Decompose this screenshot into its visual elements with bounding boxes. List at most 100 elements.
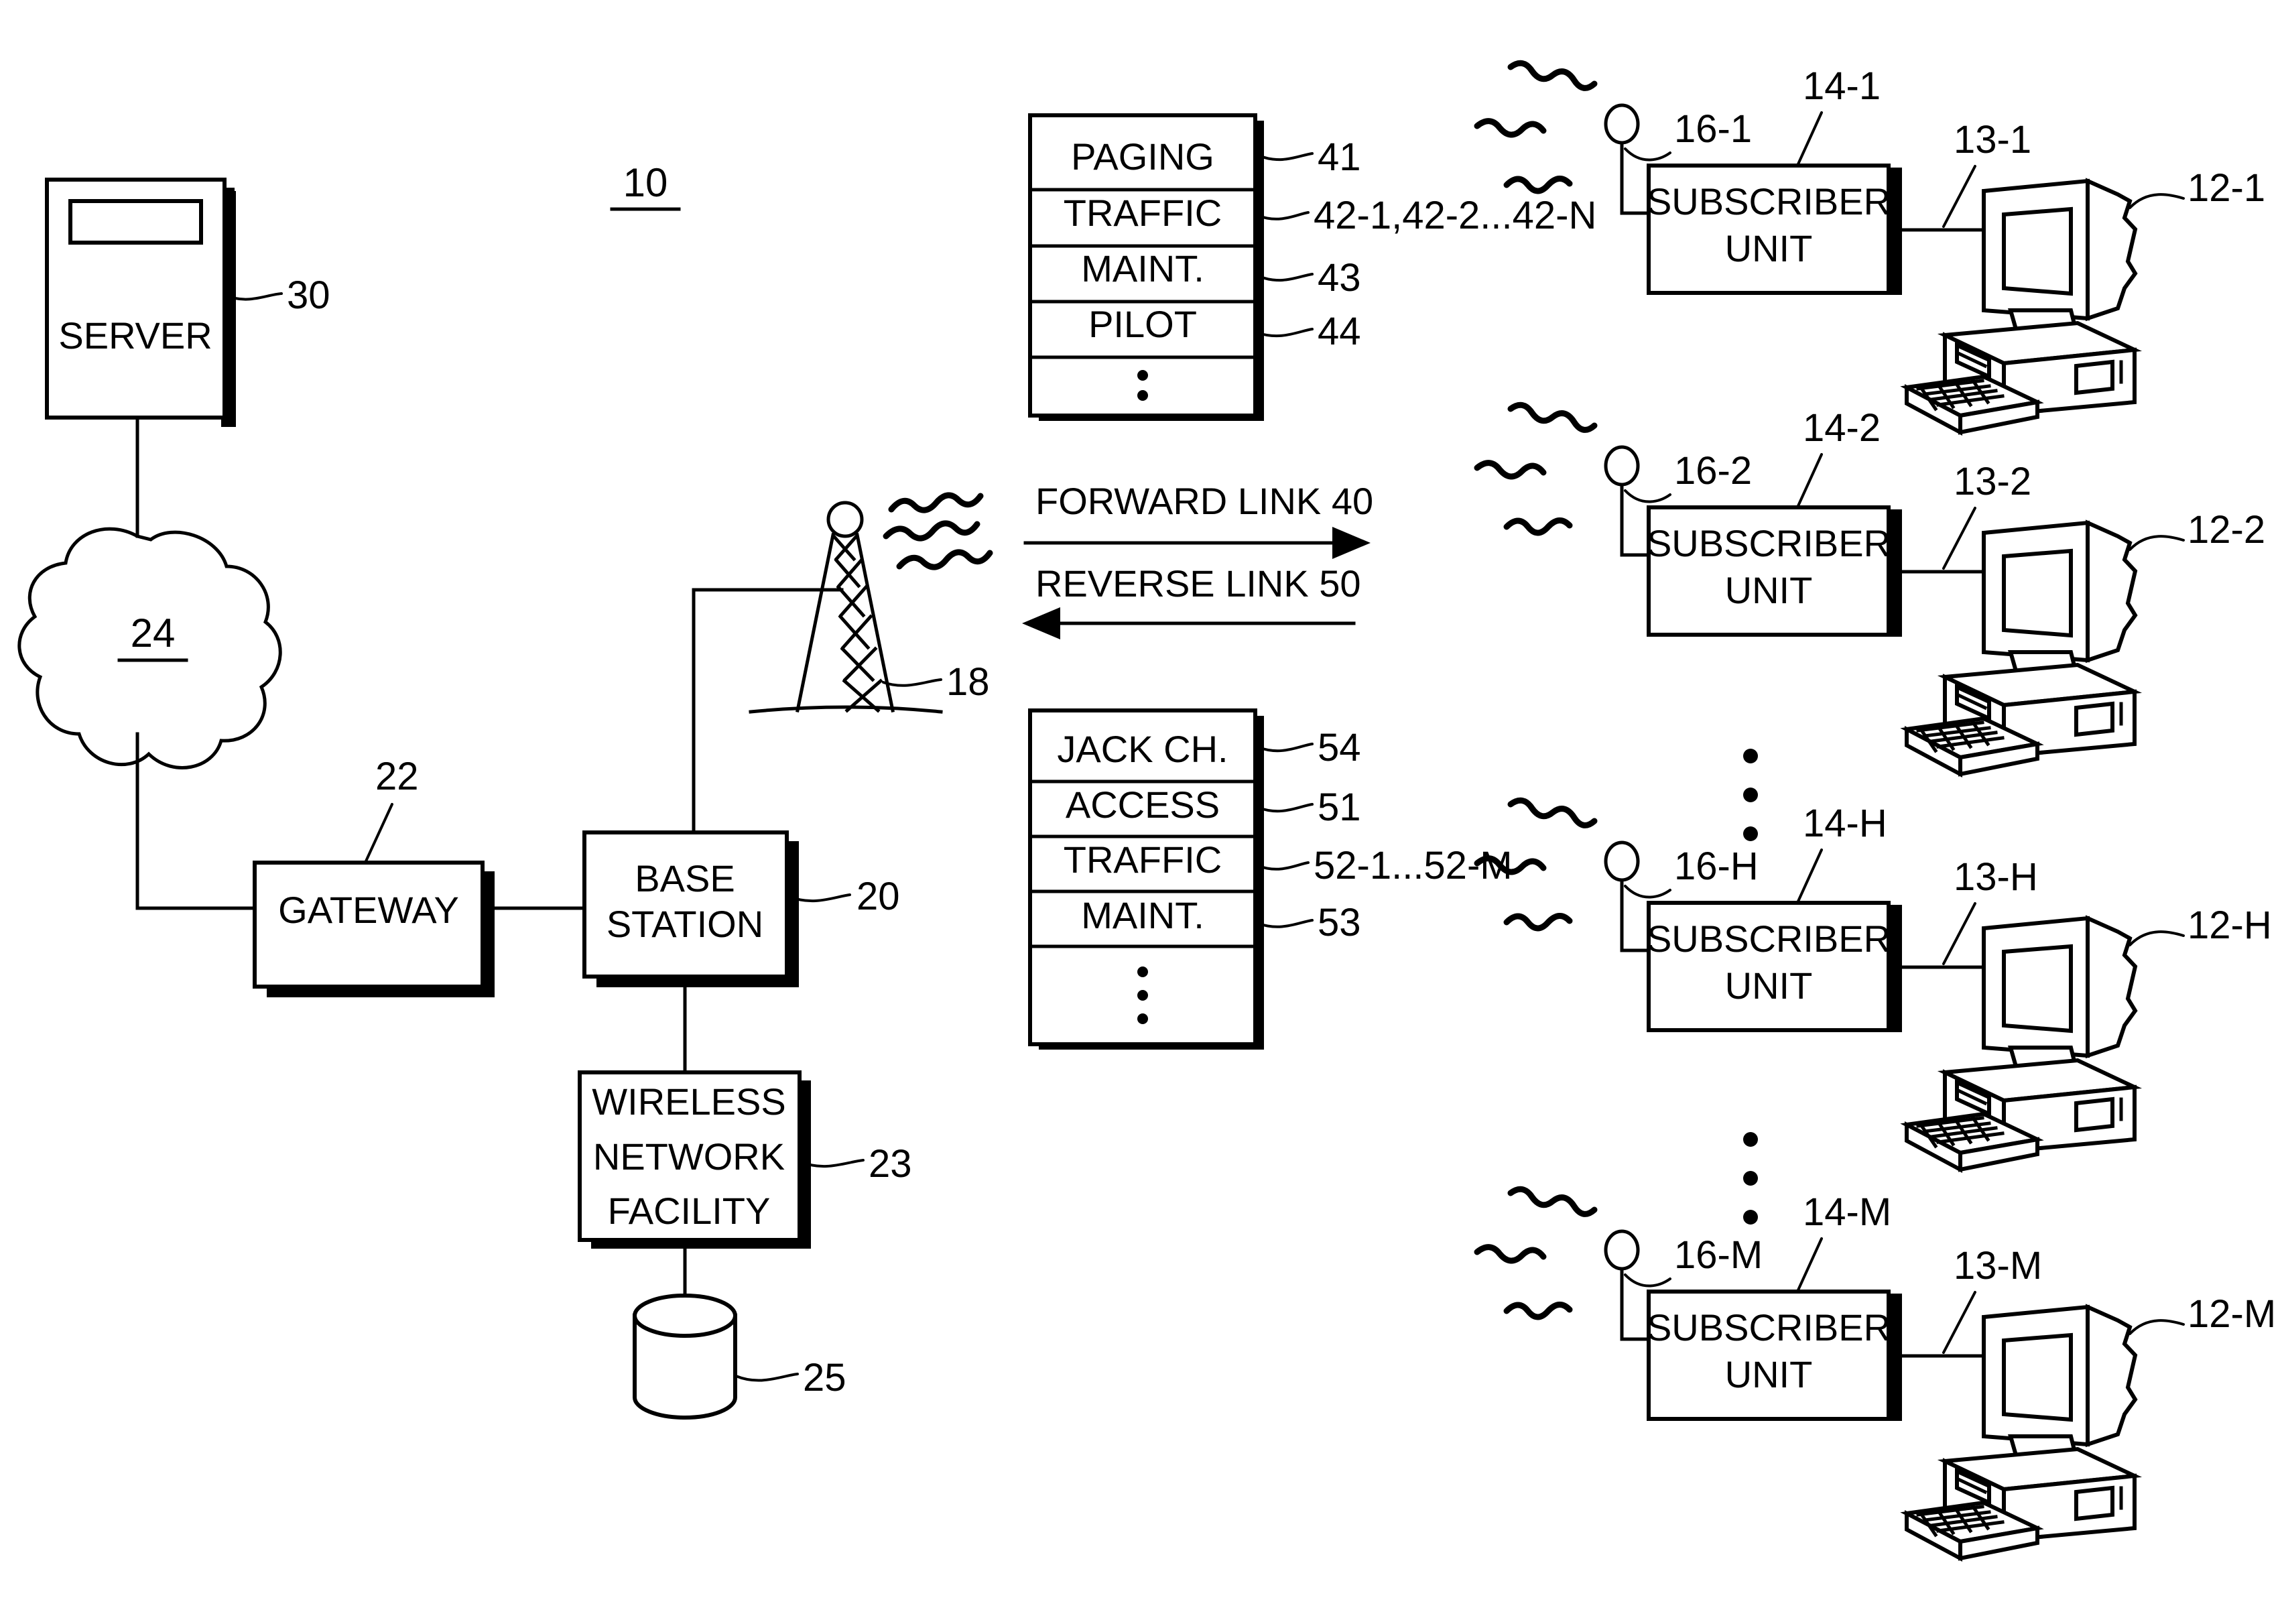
- subscriber-1-computer-icon: [1900, 178, 2143, 436]
- subscriber-h-computer-leader: [2129, 930, 2185, 946]
- subscriber-2-unit-label-line2: UNIT: [1725, 569, 1813, 611]
- subscriber-h-computer-icon: [1900, 915, 2143, 1174]
- base-station-ref-label: 20: [856, 875, 900, 918]
- tower-leader-line: [882, 678, 942, 687]
- subscriber-m-antenna-ref: 16-M: [1674, 1233, 1763, 1277]
- subscriber-2-monitor-screen: [2002, 548, 2073, 638]
- subscriber-m-computer-ref: 12-M: [2187, 1292, 2276, 1336]
- base-station-label-line1: BASE: [635, 857, 735, 899]
- subscriber-station-m: 16-M SUBSCRIBER UNIT 14-M 13-M 12-M: [1474, 1186, 2276, 1562]
- wnf-label-line2: NETWORK: [593, 1135, 785, 1178]
- reverse-link-channel-table: JACK CH. ACCESS TRAFFIC MAINT. 54 51 52-…: [1028, 708, 1513, 1050]
- tower-leg-left: [796, 533, 835, 712]
- rev-leader-traffic: [1257, 861, 1310, 871]
- subscriber-h-antenna-ref: 16-H: [1674, 845, 1759, 888]
- fwd-row-label-pilot: PILOT: [1088, 303, 1197, 345]
- subscriber-1-cable-ref: 13-1: [1954, 118, 2031, 162]
- tower-radio-waves-icon: [883, 492, 993, 570]
- cloud-ref-label: 24: [131, 611, 176, 655]
- database-leader-line: [735, 1373, 799, 1382]
- fwd-leader-traffic: [1257, 211, 1310, 221]
- subscriber-m-case-bay-right: [2074, 1485, 2114, 1521]
- server-node: SERVER 30: [45, 178, 330, 427]
- rev-row-label-maint: MAINT.: [1081, 894, 1204, 936]
- server-label: SERVER: [58, 314, 212, 357]
- rev-leader-jackch: [1257, 743, 1314, 753]
- forward-link-channel-table: PAGING TRAFFIC MAINT. PILOT 41 42-1,42-2…: [1028, 113, 1596, 421]
- subscriber-station-1: 16-1 SUBSCRIBER UNIT 14-1 13-1 12-1: [1474, 60, 2265, 436]
- subscriber-m-cable-leader: [1942, 1291, 1976, 1354]
- subscriber-m-antenna-leader: [1624, 1273, 1671, 1288]
- fwd-leader-pilot: [1257, 328, 1314, 338]
- network-cloud-node: 24: [17, 527, 282, 769]
- subscriber-m-monitor-screen: [2002, 1332, 2073, 1422]
- fwd-ref-traffic: 42-1,42-2...42-N: [1314, 194, 1596, 237]
- server-slot: [68, 199, 203, 245]
- database-node: 25: [633, 1294, 846, 1420]
- subscriber-2-unit-label-line1: SUBSCRIBER: [1647, 522, 1891, 564]
- subscriber-m-antenna-mast: [1620, 1267, 1651, 1341]
- figure-number-text: 10: [623, 160, 668, 205]
- subscriber-h-monitor-casing: [2086, 915, 2138, 1059]
- subscriber-1-monitor-screen: [2002, 206, 2073, 296]
- subscriber-h-computer-ref: 12-H: [2187, 903, 2272, 947]
- subscriber-1-computer-ref: 12-1: [2187, 166, 2265, 210]
- subscriber-2-antenna-mast: [1620, 483, 1651, 557]
- database-cylinder-top: [633, 1294, 737, 1338]
- subscriber-1-unit-label-line2: UNIT: [1725, 227, 1813, 269]
- subscriber-1-antenna-icon: [1604, 103, 1640, 145]
- subscriber-station-h: 16-H SUBSCRIBER UNIT 14-H 13-H 12-H: [1474, 797, 2272, 1174]
- subscriber-m-unit-label-line1: SUBSCRIBER: [1647, 1306, 1891, 1349]
- tower-ref-label: 18: [946, 660, 990, 704]
- wnf-label-line3: FACILITY: [608, 1190, 771, 1232]
- rev-leader-access: [1257, 803, 1314, 813]
- subscriber-2-antenna-ref: 16-2: [1674, 449, 1752, 493]
- fwd-ref-maint: 43: [1318, 256, 1361, 300]
- subscriber-h-cable-leader: [1942, 902, 1976, 965]
- subscriber-2-radio-waves-icon: [1474, 401, 1598, 536]
- rev-row-label-jackch: JACK CH.: [1057, 728, 1228, 770]
- subscriber-2-unit-leader: [1796, 453, 1823, 509]
- gateway-ref-label: 22: [375, 755, 419, 798]
- subscriber-m-radio-waves-icon: [1474, 1186, 1598, 1320]
- database-ref-label: 25: [803, 1356, 846, 1399]
- fwd-ref-pilot: 44: [1318, 310, 1361, 353]
- subscriber-1-antenna-mast: [1620, 141, 1651, 215]
- subscriber-1-monitor-casing: [2086, 178, 2138, 322]
- subscriber-2-unit-ref: 14-2: [1803, 406, 1881, 450]
- reverse-link-arrow-head: [1022, 607, 1060, 639]
- rev-table-ellipsis-icon: [1137, 966, 1148, 1024]
- fwd-leader-maint: [1257, 273, 1314, 282]
- subscriber-m-unit-ref: 14-M: [1803, 1190, 1891, 1234]
- subscriber-1-case-bay-right: [2074, 359, 2114, 395]
- base-station-label-line2: STATION: [607, 903, 763, 945]
- figure-number: 10: [610, 160, 681, 211]
- subscriber-ellipsis-upper-icon: [1743, 749, 1758, 841]
- subscriber-2-cable-leader: [1942, 507, 1976, 570]
- rev-ref-maint: 53: [1318, 901, 1361, 944]
- subscriber-h-unit-ref: 14-H: [1803, 802, 1887, 845]
- rev-leader-maint: [1257, 919, 1314, 928]
- rev-row-label-traffic: TRAFFIC: [1064, 838, 1222, 881]
- base-station-node: BASE STATION 20: [582, 830, 900, 987]
- subscriber-1-antenna-leader: [1624, 147, 1671, 162]
- subscriber-2-computer-leader: [2129, 535, 2185, 551]
- subscriber-ellipsis-lower-icon: [1743, 1132, 1758, 1225]
- network-architecture-diagram: 10 SERVER 30 24 GATEWAY 22 BASE STATION …: [17, 60, 2276, 1562]
- subscriber-m-antenna-icon: [1604, 1229, 1640, 1271]
- subscriber-h-unit-label-line1: SUBSCRIBER: [1647, 918, 1891, 960]
- forward-link-arrow-head: [1332, 527, 1371, 559]
- subscriber-h-antenna-leader: [1624, 885, 1671, 899]
- antenna-tower-node: 18: [749, 492, 993, 714]
- subscriber-1-cable-leader: [1942, 165, 1976, 228]
- subscriber-m-unit-label-line2: UNIT: [1725, 1353, 1813, 1395]
- subscriber-1-radio-waves-icon: [1474, 60, 1598, 194]
- rev-ref-access: 51: [1318, 786, 1361, 829]
- subscriber-h-unit-label-line2: UNIT: [1725, 964, 1813, 1007]
- subscriber-2-computer-ref: 12-2: [2187, 508, 2265, 552]
- subscriber-h-case-bay-right: [2074, 1097, 2114, 1133]
- subscriber-1-unit-ref: 14-1: [1803, 64, 1881, 108]
- gateway-leader-line: [364, 803, 393, 864]
- reverse-link-arrow-group: REVERSE LINK 50: [1022, 562, 1361, 639]
- subscriber-m-computer-icon: [1900, 1304, 2143, 1562]
